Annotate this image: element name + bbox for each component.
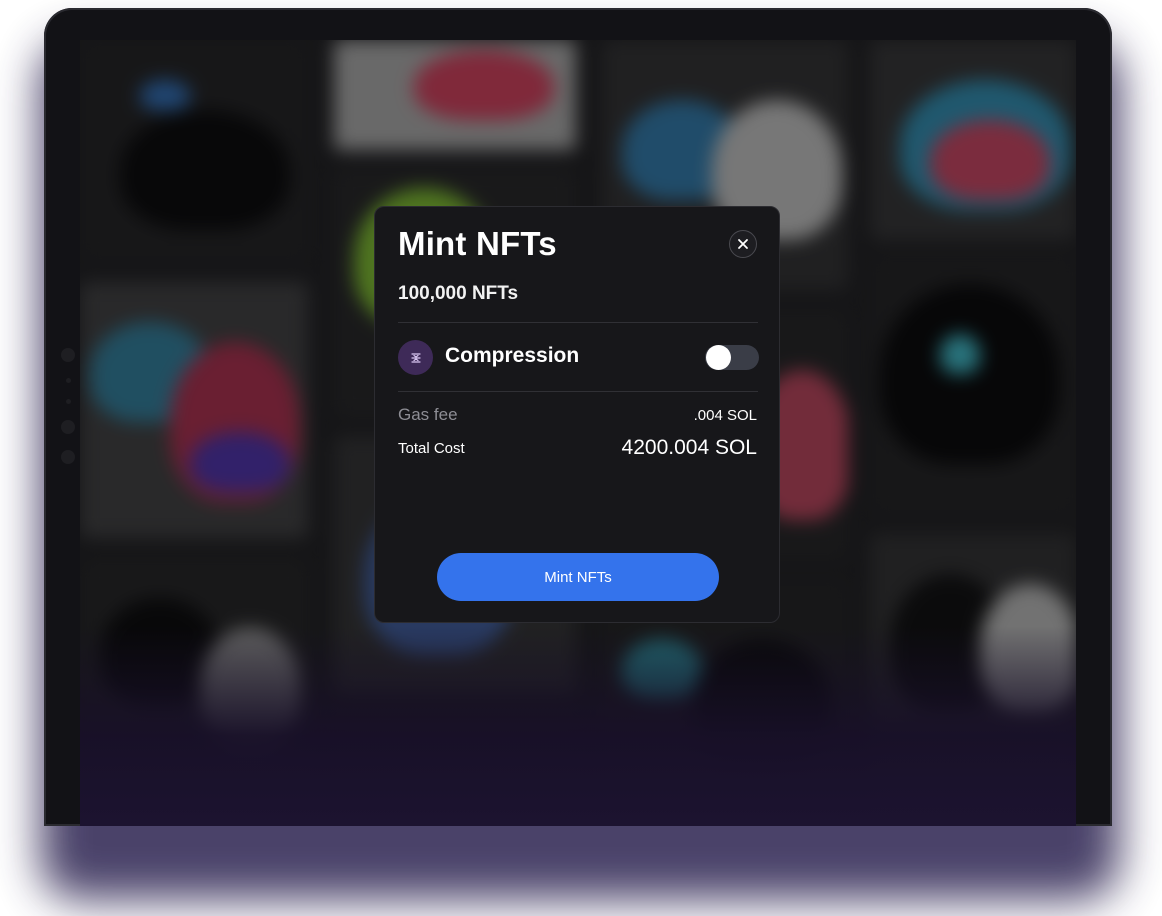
divider [398,391,758,392]
nft-tile [80,282,308,538]
gas-fee-value: .004 SOL [693,407,757,424]
device-side-buttons [58,348,78,480]
device-dot [61,450,75,464]
close-icon [738,239,748,249]
device-dot [61,420,75,434]
nft-tile [80,40,308,262]
total-cost-value: 4200.004 SOL [621,436,757,459]
nft-tile [870,40,1076,240]
gas-fee-label: Gas fee [398,405,458,424]
device-dot [61,348,75,362]
mint-nfts-button[interactable]: Mint NFTs [437,553,719,601]
compression-label: Compression [445,344,580,367]
total-cost-label: Total Cost [398,440,465,457]
device-dot [65,378,71,383]
divider [398,322,758,323]
compression-toggle[interactable] [705,345,759,370]
compression-icon-badge [398,340,433,375]
nft-tile [870,254,1076,516]
modal-title: Mint NFTs [398,225,557,262]
device-dot [65,399,71,404]
mint-nfts-modal: Mint NFTs 100,000 NFTs Compression Gas f… [374,206,780,623]
bottom-gradient-fade [80,626,1076,826]
nft-count: 100,000 NFTs [398,283,519,304]
page: Mint NFTs 100,000 NFTs Compression Gas f… [0,0,1162,916]
toggle-knob [706,345,731,370]
compress-icon [410,352,421,363]
nft-tile [334,40,576,150]
close-button[interactable] [729,230,757,258]
